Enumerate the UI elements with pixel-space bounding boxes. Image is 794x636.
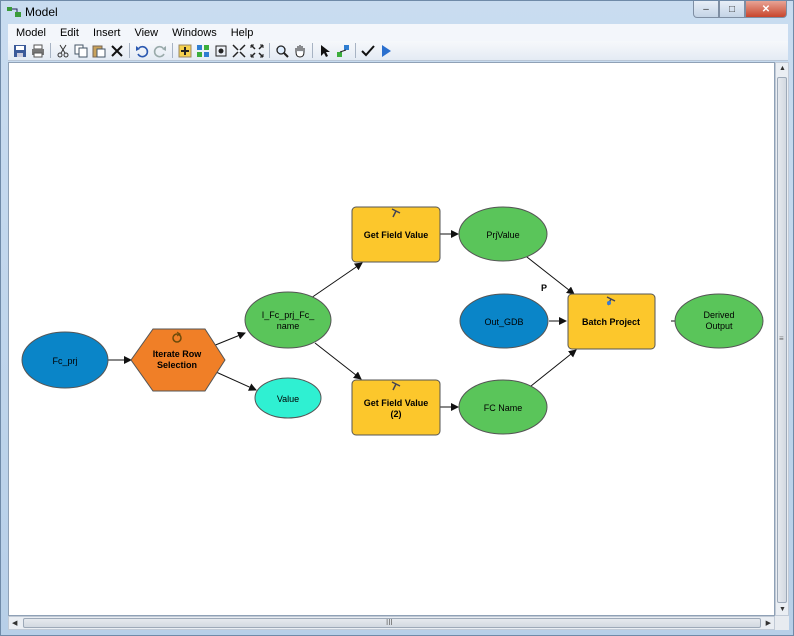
save-icon[interactable] — [11, 42, 28, 59]
redo-icon[interactable] — [151, 42, 168, 59]
model-window: Model – □ ✕ Model Edit Insert View Windo… — [0, 0, 794, 636]
add-data-icon[interactable] — [176, 42, 193, 59]
cut-icon[interactable] — [54, 42, 71, 59]
derived-output-label-line2: Output — [705, 321, 733, 331]
connector-iterate-to-value — [215, 371, 257, 391]
zoom-icon[interactable] — [273, 42, 290, 59]
undo-icon[interactable] — [133, 42, 150, 59]
scroll-right-arrow-icon[interactable]: ▶ — [766, 619, 771, 627]
fixed-zoom-in-icon[interactable] — [230, 42, 247, 59]
prjvalue-label: PrjValue — [486, 230, 519, 240]
menu-help[interactable]: Help — [223, 27, 260, 39]
close-button[interactable]: ✕ — [745, 1, 787, 18]
get-field-value-node[interactable]: Get Field Value — [351, 206, 441, 263]
minimize-button[interactable]: – — [693, 1, 719, 18]
vertical-scroll-thumb[interactable]: ≡ — [777, 77, 787, 603]
toolbar-separator — [312, 43, 313, 58]
connector-fc-name-to-batch-project — [530, 349, 577, 387]
menu-windows[interactable]: Windows — [164, 27, 223, 39]
paste-icon[interactable] — [90, 42, 107, 59]
fixed-zoom-out-icon[interactable] — [248, 42, 265, 59]
window-controls: – □ ✕ — [693, 1, 787, 19]
fc-prj-label: Fc_prj — [52, 356, 77, 366]
scroll-up-arrow-icon[interactable]: ▲ — [779, 65, 786, 72]
i-fc-prj-fc-name-node[interactable]: I_Fc_prj_Fc_ name — [244, 291, 332, 349]
add-connection-icon[interactable] — [334, 42, 351, 59]
model-diagram: Fc_prj Iterate Row Selection I_Fc_prj_Fc… — [21, 206, 764, 436]
value-label: Value — [277, 394, 299, 404]
toolbar-separator — [172, 43, 173, 58]
horizontal-grip: III — [386, 618, 393, 627]
i-fc-label-line2: name — [277, 321, 300, 331]
get-field-value-2-label-line2: (2) — [391, 409, 402, 419]
fc-name-node[interactable]: FC Name — [458, 379, 548, 435]
resize-grip[interactable] — [775, 616, 789, 630]
i-fc-label-line1: I_Fc_prj_Fc_ — [262, 310, 316, 320]
fc-name-label: FC Name — [484, 403, 523, 413]
toolbar-separator — [355, 43, 356, 58]
connector-iterate-to-i-fc — [212, 331, 246, 347]
derived-output-node[interactable]: Derived Output — [674, 293, 764, 349]
value-node[interactable]: Value — [254, 377, 322, 419]
batch-project-node[interactable]: Batch Project — [567, 293, 656, 350]
out-gdb-label: Out_GDB — [484, 317, 523, 327]
toolbar-separator — [50, 43, 51, 58]
maximize-button[interactable]: □ — [719, 1, 745, 18]
iterate-label-line2: Selection — [157, 360, 197, 370]
horizontal-scrollbar[interactable]: ◀ III ▶ — [8, 616, 775, 630]
print-icon[interactable] — [29, 42, 46, 59]
vertical-grip: ≡ — [779, 334, 784, 343]
auto-layout-icon[interactable] — [194, 42, 211, 59]
select-icon[interactable] — [316, 42, 333, 59]
scroll-down-arrow-icon[interactable]: ▼ — [779, 606, 786, 613]
iterate-row-selection-node[interactable]: Iterate Row Selection — [130, 328, 226, 392]
model-canvas[interactable]: Fc_prj Iterate Row Selection I_Fc_prj_Fc… — [8, 62, 775, 616]
delete-icon[interactable] — [108, 42, 125, 59]
menu-insert[interactable]: Insert — [85, 27, 127, 39]
connector-i-fc-to-get-field-value — [310, 262, 363, 299]
scroll-left-arrow-icon[interactable]: ◀ — [12, 619, 17, 627]
window-title: Model — [25, 5, 58, 19]
precondition-label: P — [541, 283, 547, 293]
copy-icon[interactable] — [72, 42, 89, 59]
prjvalue-node[interactable]: PrjValue — [458, 206, 548, 262]
menu-model[interactable]: Model — [8, 27, 52, 39]
batch-project-label: Batch Project — [582, 317, 640, 327]
toolbar-separator — [129, 43, 130, 58]
derived-output-label-line1: Derived — [703, 310, 734, 320]
vertical-scrollbar[interactable]: ▲ ≡ ▼ — [775, 62, 789, 616]
toolbar — [8, 41, 788, 61]
toolbar-separator — [269, 43, 270, 58]
get-field-value-2-node[interactable]: Get Field Value (2) — [351, 379, 441, 436]
iterate-label-line1: Iterate Row — [153, 349, 203, 359]
out-gdb-node[interactable]: Out_GDB — [459, 293, 549, 349]
fc-prj-node[interactable]: Fc_prj — [21, 331, 109, 389]
full-extent-icon[interactable] — [212, 42, 229, 59]
modelbuilder-app-icon — [7, 7, 21, 17]
run-icon[interactable] — [377, 42, 394, 59]
menu-view[interactable]: View — [126, 27, 164, 39]
pan-icon[interactable] — [291, 42, 308, 59]
get-field-value-2-label-line1: Get Field Value — [364, 398, 429, 408]
connector-i-fc-to-get-field-value2 — [314, 342, 362, 380]
validate-icon[interactable] — [359, 42, 376, 59]
horizontal-scroll-thumb[interactable]: III — [23, 618, 761, 628]
title-bar[interactable]: Model – □ ✕ — [1, 1, 793, 23]
menu-edit[interactable]: Edit — [52, 27, 85, 39]
menu-bar: Model Edit Insert View Windows Help — [8, 24, 788, 41]
get-field-value-label: Get Field Value — [364, 230, 429, 240]
